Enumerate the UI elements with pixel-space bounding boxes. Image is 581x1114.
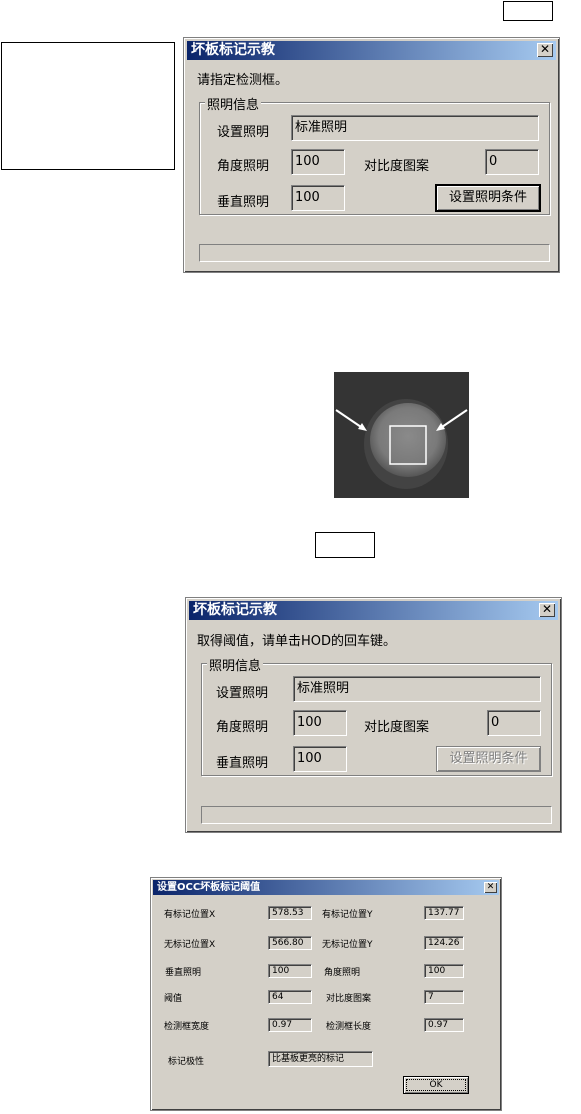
dialog-title: 坏板标记示教	[193, 602, 277, 618]
group-label: 照明信息	[205, 94, 262, 113]
bad-mark-teach-dialog-1: 坏板标记示教 ✕ 请指定检测框。 照明信息 设置照明 标准照明 角度照明 100…	[183, 37, 560, 273]
vertical-light-field: 100	[293, 746, 347, 772]
dialog-title: 设置OCC坏板标记阈值	[157, 882, 261, 893]
occ-threshold-dialog: 设置OCC坏板标记阈值 ✕ 有标记位置X 578.53 有标记位置Y 137.7…	[150, 877, 502, 1111]
frame-width-field: 0.97	[268, 1018, 312, 1032]
ok-button[interactable]: OK	[403, 1076, 469, 1094]
set-light-field: 标准照明	[291, 115, 539, 141]
contrast-label: 对比度图案	[364, 159, 430, 174]
camera-view-svg	[334, 372, 469, 498]
with-mark-x-field: 578.53	[268, 906, 312, 920]
mark-polarity-field: 比基板更亮的标记	[268, 1051, 373, 1067]
status-bar	[199, 244, 550, 262]
mark-circle	[370, 403, 446, 477]
threshold-field: 64	[268, 990, 312, 1004]
title-bar: 设置OCC坏板标记阈值 ✕	[153, 880, 499, 895]
message-text: 取得阈值，请单击HOD的回车键。	[197, 634, 397, 649]
no-mark-y-label: 无标记位置Y	[322, 940, 373, 950]
set-light-conditions-button[interactable]: 设置照明条件	[436, 746, 541, 772]
message-text: 请指定检测框。	[197, 73, 289, 88]
frame-length-label: 检测框长度	[326, 1022, 372, 1032]
vertical-light-label: 垂直照明	[217, 195, 270, 210]
contrast-field: 0	[487, 710, 541, 736]
set-light-conditions-button[interactable]: 设置照明条件	[436, 185, 540, 211]
mark-polarity-label: 标记极性	[168, 1057, 205, 1067]
angle-light-field: 100	[424, 964, 464, 978]
vertical-light-field: 100	[268, 964, 312, 978]
angle-light-label: 角度照明	[217, 159, 270, 174]
set-light-label: 设置照明	[216, 686, 269, 701]
status-bar	[201, 806, 552, 824]
threshold-label: 阈值	[164, 994, 183, 1004]
title-bar: 坏板标记示教 ✕	[189, 601, 558, 620]
set-light-field: 标准照明	[293, 676, 541, 702]
with-mark-y-label: 有标记位置Y	[322, 910, 373, 920]
contrast-field: 0	[485, 149, 539, 175]
title-bar: 坏板标记示教 ✕	[187, 41, 556, 60]
set-light-label: 设置照明	[217, 125, 270, 140]
group-label: 照明信息	[207, 655, 264, 674]
frame-length-field: 0.97	[424, 1018, 464, 1032]
vertical-light-field: 100	[291, 185, 345, 211]
left-note-frame	[1, 42, 175, 170]
close-icon[interactable]: ✕	[539, 603, 555, 617]
close-icon[interactable]: ✕	[484, 882, 497, 893]
vertical-light-label: 垂直照明	[216, 756, 269, 771]
dialog-title: 坏板标记示教	[191, 42, 275, 58]
with-mark-y-field: 137.77	[424, 906, 464, 920]
middle-frame	[315, 532, 375, 558]
camera-image	[334, 372, 469, 498]
frame-width-label: 检测框宽度	[164, 1022, 210, 1032]
no-mark-x-field: 566.80	[268, 936, 312, 950]
top-right-frame	[503, 1, 553, 21]
contrast-field: 7	[424, 990, 464, 1004]
no-mark-x-label: 无标记位置X	[164, 940, 216, 950]
contrast-label: 对比度图案	[326, 994, 372, 1004]
contrast-label: 对比度图案	[364, 720, 430, 735]
with-mark-x-label: 有标记位置X	[164, 910, 216, 920]
angle-light-field: 100	[291, 149, 345, 175]
angle-light-label: 角度照明	[216, 720, 269, 735]
vertical-light-label: 垂直照明	[165, 968, 202, 978]
angle-light-label: 角度照明	[324, 968, 361, 978]
close-icon[interactable]: ✕	[537, 43, 553, 57]
no-mark-y-field: 124.26	[424, 936, 464, 950]
bad-mark-teach-dialog-2: 坏板标记示教 ✕ 取得阈值，请单击HOD的回车键。 照明信息 设置照明 标准照明…	[185, 597, 562, 833]
angle-light-field: 100	[293, 710, 347, 736]
